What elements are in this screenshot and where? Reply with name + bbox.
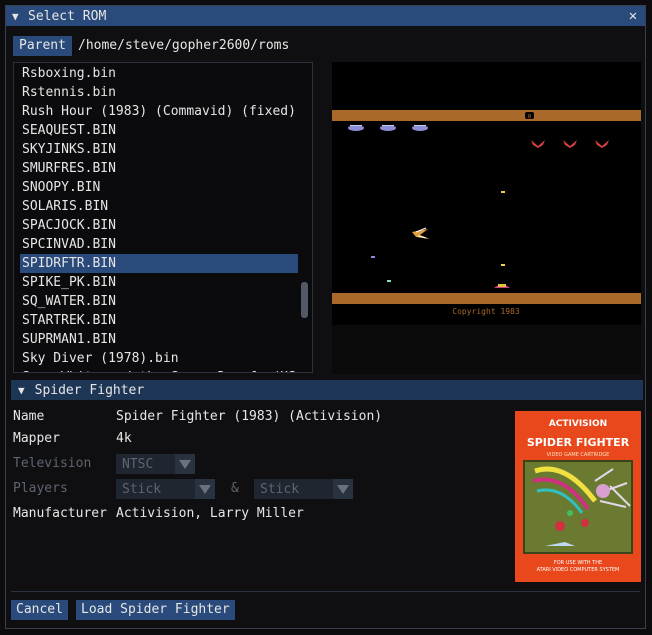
players-ampersand: & — [231, 481, 239, 496]
cart-subtitle: VIDEO GAME CARTRIDGE — [547, 452, 610, 458]
rom-file-item[interactable]: SPACJOCK.BIN — [20, 216, 298, 235]
cart-footer-1: FOR USE WITH THE — [554, 560, 602, 566]
title-bar[interactable]: ▼ Select ROM ✕ — [6, 6, 645, 26]
rom-file-item[interactable]: SPIDRFTR.BIN — [20, 254, 298, 273]
player1-select-value: Stick — [122, 481, 162, 497]
television-select[interactable]: NTSC — [116, 454, 195, 474]
rom-file-item[interactable]: SQ_WATER.BIN — [20, 292, 298, 311]
rom-file-item[interactable]: Rstennis.bin — [20, 83, 298, 102]
rom-file-item[interactable]: Rsboxing.bin — [20, 64, 298, 83]
manufacturer-label: Manufacturer — [13, 506, 107, 521]
manufacturer-value: Activision, Larry Miller — [116, 506, 304, 521]
cart-title: SPIDER FIGHTER — [527, 436, 630, 449]
copyright-text: Copyright 1983 — [452, 307, 520, 316]
rom-file-item[interactable]: Sky Diver (1978).bin — [20, 349, 298, 368]
collapse-triangle-icon[interactable]: ▼ — [18, 384, 25, 397]
rom-file-item[interactable]: SUPRMAN1.BIN — [20, 330, 298, 349]
cancel-button[interactable]: Cancel — [11, 600, 68, 620]
chevron-down-icon[interactable] — [333, 479, 353, 499]
name-label: Name — [13, 409, 45, 424]
rom-info-header[interactable]: ▼ Spider Fighter — [11, 380, 643, 400]
close-icon[interactable]: ✕ — [625, 7, 641, 25]
collapse-triangle-icon[interactable]: ▼ — [12, 10, 24, 23]
rom-file-item[interactable]: Rush Hour (1983) (Commavid) (fixed) — [20, 102, 298, 121]
load-rom-button[interactable]: Load Spider Fighter — [76, 600, 235, 620]
mapper-label: Mapper — [13, 431, 60, 446]
rom-file-item[interactable]: SNOOPY.BIN — [20, 178, 298, 197]
cart-brand: ACTIVISION — [549, 419, 607, 429]
rom-file-item[interactable]: SOLARIS.BIN — [20, 197, 298, 216]
rom-info-title: Spider Fighter — [34, 382, 145, 398]
rom-file-item[interactable]: STARTREK.BIN — [20, 311, 298, 330]
television-select-value: NTSC — [122, 456, 154, 472]
players-label: Players — [13, 481, 68, 496]
file-list-scrollbar[interactable] — [301, 282, 308, 318]
name-value: Spider Fighter (1983) (Activision) — [116, 409, 383, 424]
rom-file-item[interactable]: SEAQUEST.BIN — [20, 121, 298, 140]
chevron-down-icon[interactable] — [175, 454, 195, 474]
window-title: Select ROM — [28, 8, 107, 24]
rom-file-item[interactable]: Snow White and the Seven Dwarfs (US — [20, 368, 298, 372]
rom-file-item[interactable]: SKYJINKS.BIN — [20, 140, 298, 159]
player2-select[interactable]: Stick — [254, 479, 353, 499]
preview-border — [332, 325, 641, 374]
player2-select-value: Stick — [260, 481, 300, 497]
chevron-down-icon[interactable] — [195, 479, 215, 499]
select-rom-window: ▼ Select ROM ✕ Parent /home/steve/gopher… — [5, 5, 646, 629]
rom-file-item[interactable]: SMURFRES.BIN — [20, 159, 298, 178]
game-preview-image: 0 Copyright 1983 — [332, 110, 641, 316]
television-label: Television — [13, 456, 92, 471]
footer-divider — [11, 591, 640, 592]
mapper-value: 4k — [116, 431, 132, 446]
rom-file-item[interactable]: SPCINVAD.BIN — [20, 235, 298, 254]
parent-button[interactable]: Parent — [13, 36, 72, 56]
cartridge-box-art: ACTIVISION SPIDER FIGHTER VIDEO GAME CAR… — [515, 411, 641, 582]
current-path: /home/steve/gopher2600/roms — [78, 38, 290, 53]
score-text: 0 — [528, 114, 532, 121]
player1-select[interactable]: Stick — [116, 479, 215, 499]
cart-footer-2: ATARI VIDEO COMPUTER SYSTEM — [537, 567, 620, 573]
rom-file-item[interactable]: SPIKE_PK.BIN — [20, 273, 298, 292]
rom-file-list[interactable]: Snow White and the Seven Dwarfs (USSky D… — [13, 62, 313, 373]
rom-preview-screen: 0 Copyright 1983 — [332, 62, 641, 325]
